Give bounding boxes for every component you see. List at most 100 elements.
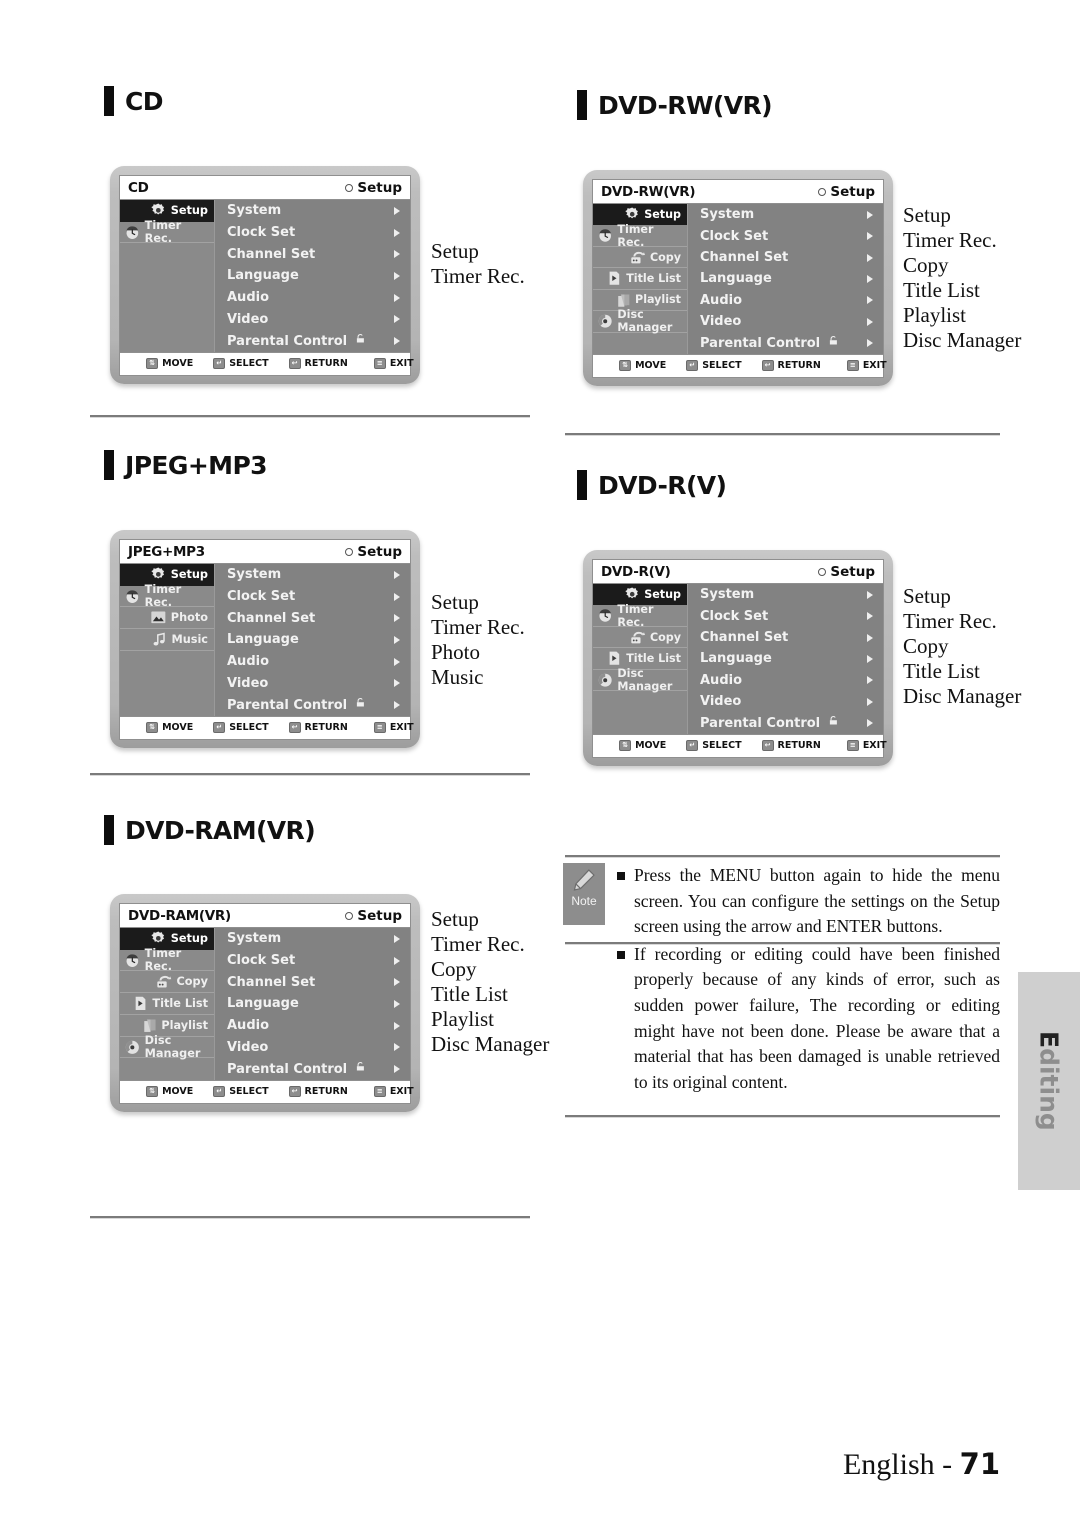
updown-key: ⇅	[146, 722, 159, 734]
option-system[interactable]: System	[688, 584, 883, 605]
option-video[interactable]: Video	[215, 309, 410, 331]
option-system[interactable]: System	[688, 204, 883, 225]
help-move: ⇅ MOVE	[146, 1086, 193, 1098]
sidebar-item-title-list[interactable]: Title List	[593, 268, 687, 290]
osd-sidebar[interactable]: Setup Timer Rec. Photo Music	[120, 564, 215, 716]
disc-icon	[818, 187, 827, 196]
osd-option-list[interactable]: System Clock Set Channel Set Language Audio V…	[215, 200, 410, 352]
osd-sidebar[interactable]: Setup Timer Rec. Copy Title List Playlist Dis…	[120, 928, 215, 1080]
sidebar-item-disc-manager[interactable]: Disc Manager	[593, 667, 687, 693]
caption-item: Timer Rec.	[431, 932, 525, 956]
option-clock-set[interactable]: Clock Set	[215, 586, 410, 608]
divider	[90, 415, 530, 418]
osd-menu-dvd-r-v[interactable]: DVD-R(V) Setup Setup Timer Rec. Copy Title Li…	[583, 550, 893, 766]
option-parental-control[interactable]: Parental Control	[215, 694, 410, 716]
sidebar-item-timer-rec[interactable]: Timer Rec.	[593, 223, 687, 249]
section-heading-dvd-rw-vr: DVD-RW(VR)	[577, 90, 773, 120]
sidebar-item-copy[interactable]: Copy	[593, 626, 687, 649]
option-system[interactable]: System	[215, 200, 410, 222]
divider	[565, 1115, 1000, 1118]
sidebar-item-disc-manager[interactable]: Disc Manager	[593, 308, 687, 335]
help-label: MOVE	[162, 358, 194, 370]
padlock-icon	[353, 333, 367, 349]
option-video[interactable]: Video	[215, 673, 410, 695]
osd-option-list[interactable]: System Clock Set Channel Set Language Audio V…	[215, 564, 410, 716]
osd-menu-dvd-rw-vr[interactable]: DVD-RW(VR) Setup Setup Timer Rec. Copy Title …	[583, 170, 893, 386]
option-system[interactable]: System	[215, 928, 410, 950]
osd-sidebar[interactable]: Setup Timer Rec.	[120, 200, 215, 352]
osd-menu-cd[interactable]: CD Setup Setup Timer Rec. System Clock Set Cha…	[110, 166, 420, 384]
sidebar-item-timer-rec[interactable]: Timer Rec.	[120, 947, 214, 973]
option-label: Parental Control	[227, 1061, 348, 1077]
option-language[interactable]: Language	[215, 993, 410, 1015]
option-audio[interactable]: Audio	[215, 651, 410, 673]
osd-body: Setup Timer Rec. Photo Music System Clock Set…	[120, 564, 410, 716]
help-label: RETURN	[304, 722, 348, 734]
option-language[interactable]: Language	[688, 648, 883, 669]
osd-inner: DVD-RAM(VR) Setup Setup Timer Rec. Copy Title…	[119, 903, 414, 1104]
option-clock-set[interactable]: Clock Set	[688, 605, 883, 626]
timer-rec-icon	[126, 590, 139, 603]
sidebar-item-disc-manager[interactable]: Disc Manager	[120, 1034, 214, 1060]
sidebar-filler	[120, 650, 214, 716]
side-tab-editing: Editing	[1018, 972, 1080, 1190]
help-move: ⇅ MOVE	[146, 722, 193, 734]
osd-sidebar[interactable]: Setup Timer Rec. Copy Title List Disc Manage…	[593, 584, 688, 734]
sidebar-item-label: Copy	[176, 975, 208, 989]
osd-option-list[interactable]: System Clock Set Channel Set Language Audio V…	[688, 584, 883, 734]
option-label: Channel Set	[227, 246, 316, 262]
sidebar-item-copy[interactable]: Copy	[120, 971, 214, 994]
option-label: Audio	[700, 672, 743, 688]
option-language[interactable]: Language	[215, 629, 410, 651]
osd-titlebar: DVD-RW(VR) Setup	[593, 180, 883, 204]
osd-mode-indicator: Setup	[818, 184, 875, 200]
option-clock-set[interactable]: Clock Set	[215, 950, 410, 972]
option-channel-set[interactable]: Channel Set	[215, 243, 410, 265]
option-channel-set[interactable]: Channel Set	[215, 607, 410, 629]
help-move: ⇅ MOVE	[619, 740, 666, 752]
option-audio[interactable]: Audio	[215, 287, 410, 309]
option-audio[interactable]: Audio	[215, 1015, 410, 1037]
option-parental-control[interactable]: Parental Control	[688, 333, 883, 354]
option-parental-control[interactable]: Parental Control	[215, 1058, 410, 1080]
option-audio[interactable]: Audio	[688, 670, 883, 691]
option-parental-control[interactable]: Parental Control	[215, 330, 410, 352]
sidebar-item-photo[interactable]: Photo	[120, 607, 214, 630]
option-label: Channel Set	[227, 974, 316, 990]
option-clock-set[interactable]: Clock Set	[688, 225, 883, 246]
osd-disc-type-label: DVD-RAM(VR)	[128, 907, 231, 924]
option-channel-set[interactable]: Channel Set	[688, 247, 883, 268]
option-audio[interactable]: Audio	[688, 290, 883, 311]
sidebar-item-label: Disc Manager	[617, 308, 673, 335]
sidebar-item-copy[interactable]: Copy	[593, 246, 687, 269]
osd-titlebar: DVD-RAM(VR) Setup	[120, 904, 410, 929]
osd-menu-jpeg-mp3[interactable]: JPEG+MP3 Setup Setup Timer Rec. Photo Music Sy…	[110, 530, 420, 748]
osd-disc-type-label: JPEG+MP3	[128, 543, 205, 560]
option-language[interactable]: Language	[688, 268, 883, 289]
osd-option-list[interactable]: System Clock Set Channel Set Language Audio V…	[215, 928, 410, 1080]
note-body: Press the MENU button again to hide the …	[605, 863, 1000, 1097]
osd-help-bar: ⇅ MOVE ↵ SELECT ↩ RETURN ≡ EXIT	[120, 351, 414, 375]
osd-option-list[interactable]: System Clock Set Channel Set Language Audio V…	[688, 204, 883, 354]
sidebar-item-music[interactable]: Music	[120, 629, 214, 651]
osd-sidebar[interactable]: Setup Timer Rec. Copy Title List Playlist Dis…	[593, 204, 688, 354]
osd-menu-dvd-ram-vr[interactable]: DVD-RAM(VR) Setup Setup Timer Rec. Copy Title…	[110, 894, 420, 1112]
sidebar-item-timer-rec[interactable]: Timer Rec.	[120, 583, 214, 609]
help-exit: ≡ EXIT	[373, 358, 414, 370]
option-video[interactable]: Video	[215, 1037, 410, 1059]
disc-manager-icon	[598, 673, 612, 687]
osd-disc-type-label: DVD-R(V)	[601, 563, 671, 580]
chevron-right-icon	[867, 317, 873, 326]
sidebar-item-timer-rec[interactable]: Timer Rec.	[593, 603, 687, 629]
option-parental-control[interactable]: Parental Control	[688, 713, 883, 734]
option-channel-set[interactable]: Channel Set	[215, 971, 410, 993]
option-clock-set[interactable]: Clock Set	[215, 222, 410, 244]
option-system[interactable]: System	[215, 564, 410, 586]
option-label: Clock Set	[700, 228, 769, 244]
option-language[interactable]: Language	[215, 265, 410, 287]
option-video[interactable]: Video	[688, 691, 883, 712]
option-video[interactable]: Video	[688, 311, 883, 332]
sidebar-item-timer-rec[interactable]: Timer Rec.	[120, 219, 214, 245]
sidebar-item-title-list[interactable]: Title List	[120, 993, 214, 1015]
option-channel-set[interactable]: Channel Set	[688, 627, 883, 648]
